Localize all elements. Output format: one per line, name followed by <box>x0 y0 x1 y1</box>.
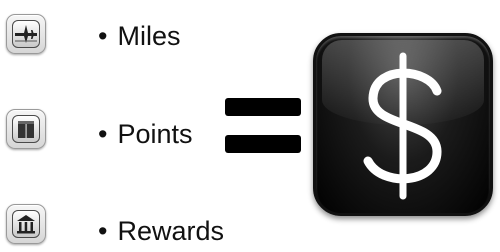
item-label-miles: Miles <box>117 21 181 51</box>
equals-bar-bottom <box>225 135 301 153</box>
bullet-dot: • <box>98 119 108 149</box>
dollar-icon <box>313 33 493 216</box>
airplane-icon <box>6 14 46 54</box>
item-label-points: Points <box>117 119 193 149</box>
equals-bar-top <box>225 98 301 116</box>
bullet-dot: • <box>98 216 108 246</box>
item-label-rewards: Rewards <box>117 216 224 246</box>
bullet-dot: • <box>98 21 108 51</box>
book-icon <box>6 109 46 149</box>
bullet-item-miles: • Miles <box>98 21 180 51</box>
bank-icon <box>6 204 46 244</box>
bullet-item-points: • Points <box>98 119 193 149</box>
bullet-item-rewards: • Rewards <box>98 216 224 246</box>
dollar-symbol <box>363 52 442 200</box>
